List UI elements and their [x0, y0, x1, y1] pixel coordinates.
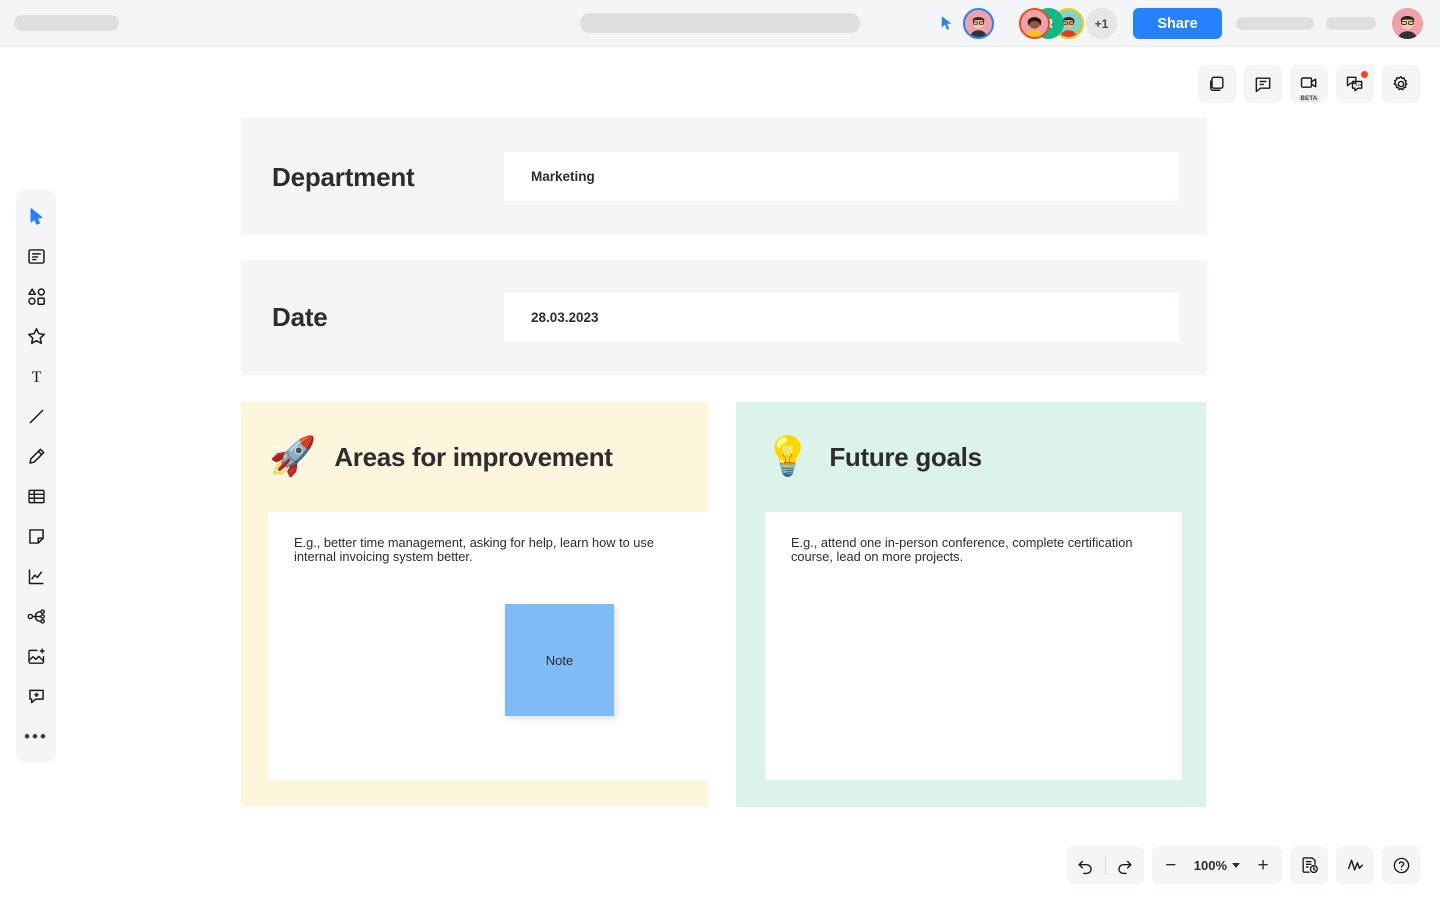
toolbar-placeholder: [580, 13, 860, 33]
activity-icon[interactable]: [1336, 846, 1374, 884]
comment-tool[interactable]: [16, 676, 56, 716]
avatar-user-2[interactable]: [1019, 8, 1050, 39]
lightbulb-emoji: 💡: [764, 436, 812, 478]
board-title-placeholder: [14, 15, 119, 31]
more-dots-icon: •••: [24, 726, 48, 746]
avatar-profile[interactable]: [1392, 8, 1423, 39]
card-hint-text: E.g., better time management, asking for…: [294, 535, 654, 565]
board-row-department: Department Marketing: [241, 118, 1207, 235]
zoom-group: − 100% +: [1151, 846, 1282, 884]
shapes-tool[interactable]: [16, 276, 56, 316]
history-icon[interactable]: [1290, 846, 1328, 884]
card-body[interactable]: E.g., better time management, asking for…: [268, 512, 708, 780]
help-group: [1382, 846, 1420, 884]
plus-icon: +: [1257, 854, 1269, 876]
card-hint-text: E.g., attend one in-person conference, c…: [791, 535, 1133, 565]
board-row-date: Date 28.03.2023: [241, 260, 1207, 375]
date-field[interactable]: 28.03.2023: [504, 293, 1179, 342]
mindmap-tool[interactable]: [16, 596, 56, 636]
right-placeholder-1: [1236, 17, 1314, 30]
card-title: Areas for improvement: [334, 441, 613, 472]
card-future-goals: 💡 Future goals E.g., attend one in-perso…: [736, 402, 1206, 807]
image-tool[interactable]: [16, 636, 56, 676]
zoom-out-button[interactable]: −: [1152, 846, 1190, 884]
table-tool[interactable]: [16, 476, 56, 516]
activity-group: [1336, 846, 1374, 884]
card-areas-for-improvement: 🚀 Areas for improvement E.g., better tim…: [241, 402, 708, 807]
sticky-note-tool[interactable]: [16, 516, 56, 556]
cursor-pointer-icon: [941, 16, 952, 30]
bottom-toolbar: − 100% +: [1066, 846, 1420, 884]
card-header: 🚀 Areas for improvement: [241, 402, 708, 512]
card-title: Future goals: [829, 441, 982, 472]
line-tool[interactable]: [16, 396, 56, 436]
undo-redo-group: [1066, 846, 1144, 884]
beta-badge: BETA: [1298, 96, 1320, 102]
rocket-emoji: 🚀: [269, 436, 317, 478]
redo-icon[interactable]: [1106, 846, 1144, 884]
card-header: 💡 Future goals: [736, 402, 1206, 512]
minus-icon: −: [1165, 854, 1177, 876]
undo-icon[interactable]: [1067, 846, 1105, 884]
text-tool[interactable]: T: [16, 356, 56, 396]
sticky-note[interactable]: Note: [505, 604, 614, 716]
pen-tool[interactable]: [16, 436, 56, 476]
row-label: Department: [272, 162, 415, 192]
select-tool[interactable]: [16, 196, 56, 236]
top-bar: R +1 Share: [0, 0, 1440, 47]
share-button[interactable]: Share: [1133, 8, 1222, 39]
department-field[interactable]: Marketing: [504, 152, 1179, 201]
history-group: [1290, 846, 1328, 884]
right-placeholder-2: [1326, 17, 1376, 30]
chart-tool[interactable]: [16, 556, 56, 596]
avatar-user-1[interactable]: [963, 8, 994, 39]
row-label: Date: [272, 302, 328, 332]
chevron-down-icon: [1232, 862, 1240, 868]
sticker-tool[interactable]: [16, 316, 56, 356]
frames-icon[interactable]: [1198, 65, 1236, 103]
chat-icon[interactable]: [1336, 65, 1374, 103]
template-tool[interactable]: [16, 236, 56, 276]
card-body[interactable]: E.g., attend one in-person conference, c…: [765, 512, 1182, 780]
video-chat-icon[interactable]: BETA: [1290, 65, 1328, 103]
svg-text:T: T: [31, 369, 41, 386]
comment-icon[interactable]: [1244, 65, 1282, 103]
top-right-toolbar: BETA: [1198, 65, 1420, 103]
zoom-level-dropdown[interactable]: 100%: [1190, 846, 1244, 884]
help-icon[interactable]: [1382, 846, 1420, 884]
more-tool[interactable]: •••: [16, 716, 56, 756]
left-toolbar: T •••: [16, 190, 56, 762]
gear-icon[interactable]: [1382, 65, 1420, 103]
zoom-level-value: 100%: [1193, 857, 1227, 873]
notification-badge: [1361, 71, 1368, 78]
zoom-in-button[interactable]: +: [1244, 846, 1282, 884]
avatar-overflow-count[interactable]: +1: [1086, 8, 1117, 39]
